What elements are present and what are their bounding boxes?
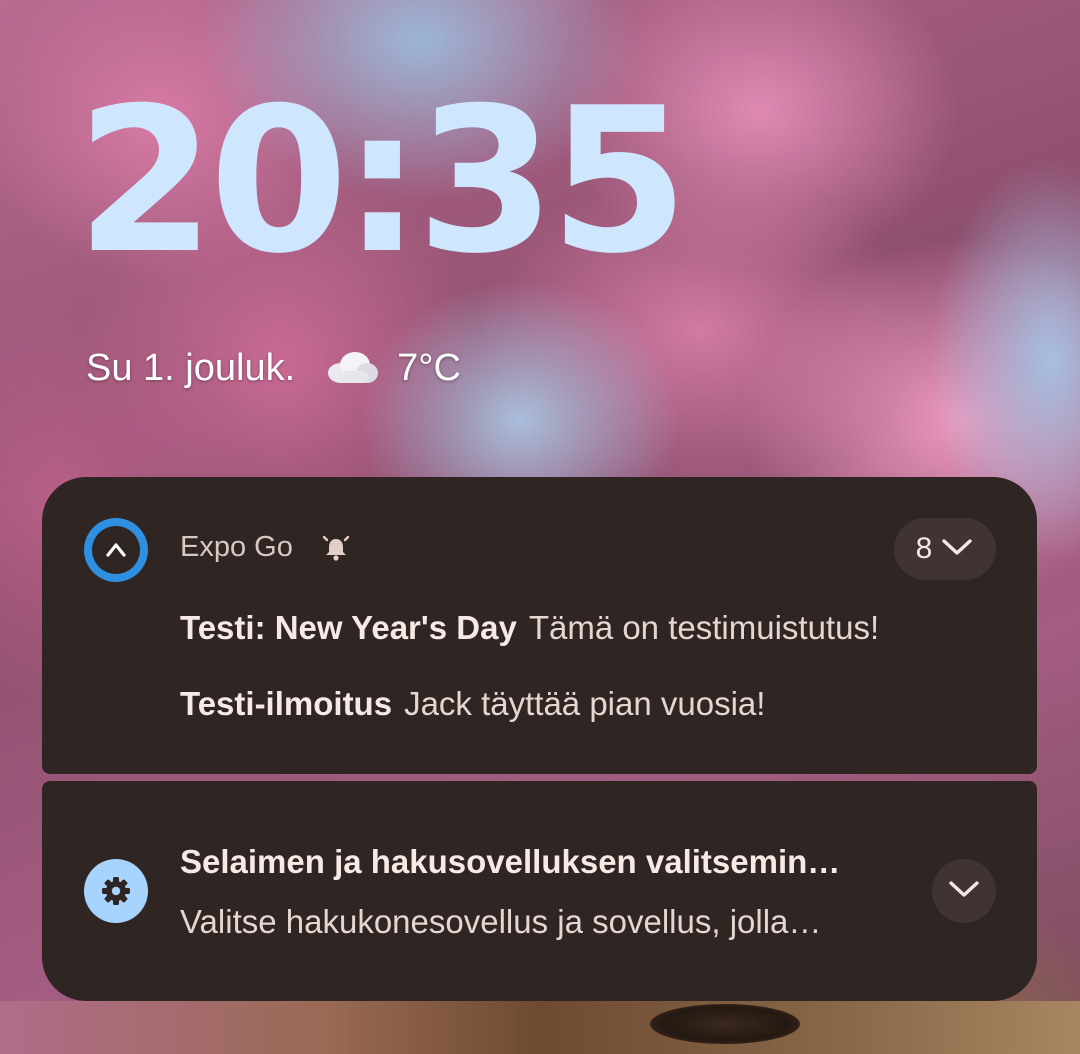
- expo-go-notification[interactable]: Expo Go 8 Testi: New Year's Day Tämä on t…: [42, 477, 1037, 774]
- wallpaper-bottom: [0, 1001, 1080, 1054]
- chevron-down-icon: [947, 878, 981, 905]
- wallpaper-dog-eye: [650, 1004, 800, 1044]
- lockscreen: 20:35 Su 1. jouluk. 7°C Expo Go 8 Testi:…: [0, 0, 1080, 1054]
- bell-icon: [321, 533, 351, 568]
- expand-button[interactable]: [932, 859, 996, 923]
- temperature-label: 7°C: [397, 346, 461, 389]
- settings-notification[interactable]: Selaimen ja hakusovelluksen valitsemin… …: [42, 781, 1037, 1001]
- message-text: Tämä on testimuistutus!: [528, 609, 880, 646]
- message-title: Testi-ilmoitus: [180, 685, 393, 722]
- date-label: Su 1. jouluk.: [86, 346, 296, 389]
- date-weather-row[interactable]: Su 1. jouluk. 7°C: [86, 346, 461, 390]
- notification-app-name: Expo Go: [180, 531, 293, 563]
- notification-count: 8: [915, 532, 933, 565]
- expo-icon: [84, 518, 148, 582]
- notification-message[interactable]: Testi-ilmoitus Jack täyttää pian vuosia!: [180, 685, 765, 723]
- gear-icon: [84, 859, 148, 923]
- message-title: Testi: New Year's Day: [180, 609, 517, 646]
- notification-text: Valitse hakukonesovellus ja sovellus, jo…: [180, 903, 822, 940]
- notification-title: Selaimen ja hakusovelluksen valitsemin…: [180, 843, 841, 880]
- message-text: Jack täyttää pian vuosia!: [404, 685, 766, 722]
- cloud-icon: [325, 351, 379, 385]
- lockscreen-clock: 20:35: [76, 65, 689, 298]
- chevron-down-icon: [940, 532, 974, 566]
- notification-count-expand-button[interactable]: 8: [894, 518, 996, 580]
- notification-message[interactable]: Testi: New Year's Day Tämä on testimuistu…: [180, 609, 879, 647]
